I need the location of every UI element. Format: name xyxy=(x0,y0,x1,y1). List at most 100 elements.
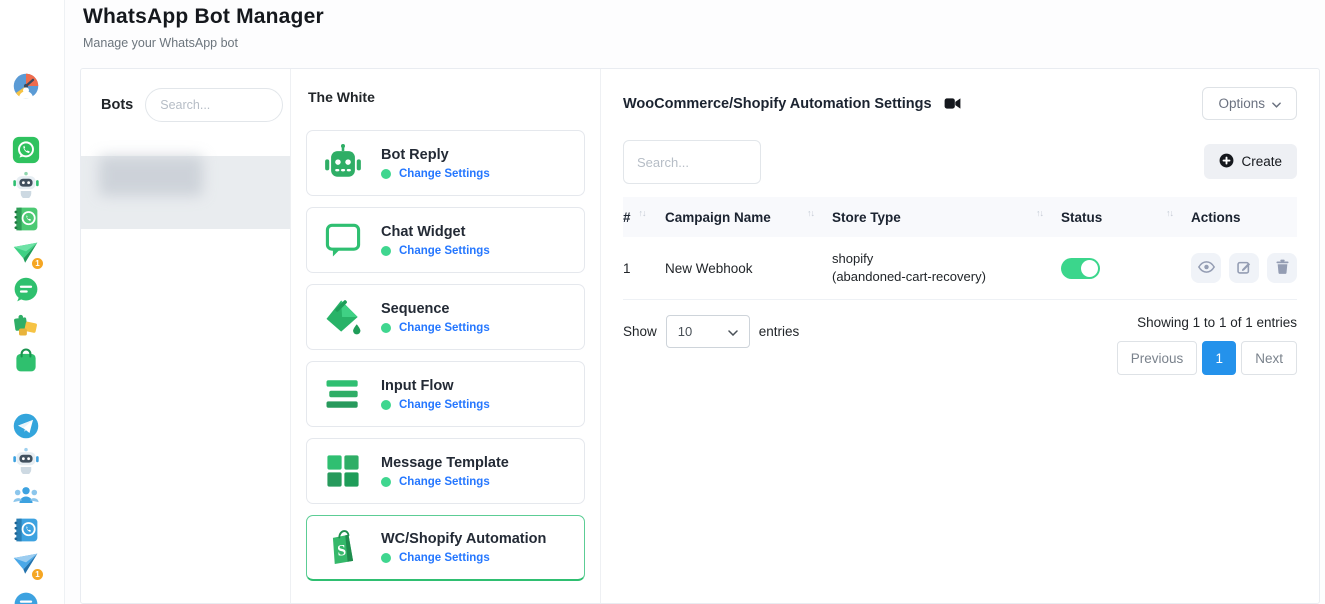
feature-card-bot-reply[interactable]: Bot Reply Change Settings xyxy=(306,130,585,196)
status-dot xyxy=(381,169,391,179)
feature-card-chat-widget[interactable]: Chat Widget Change Settings xyxy=(306,207,585,273)
column-header-store-type[interactable]: Store Type ↑↓ xyxy=(832,210,1061,225)
paint-bucket-icon xyxy=(321,295,365,339)
change-settings-link[interactable]: Change Settings xyxy=(399,245,490,257)
redacted-bot-name xyxy=(99,156,203,196)
status-dot xyxy=(381,323,391,333)
toggle-knob xyxy=(1081,260,1098,277)
automation-settings-panel: WooCommerce/Shopify Automation Settings … xyxy=(601,69,1319,603)
shopify-bag-icon: S xyxy=(321,526,365,570)
sort-icon: ↑↓ xyxy=(639,208,646,218)
app-root: 1 1 WhatsApp Bot Manag xyxy=(0,0,1325,604)
page-title: WhatsApp Bot Manager xyxy=(83,5,324,29)
panel-title: WooCommerce/Shopify Automation Settings xyxy=(623,96,932,112)
telegram-contacts-icon[interactable] xyxy=(12,516,40,544)
feature-title: Chat Widget xyxy=(381,224,490,240)
table-search-input[interactable] xyxy=(623,140,761,184)
change-settings-link[interactable]: Change Settings xyxy=(399,168,490,180)
left-icon-rail: 1 1 xyxy=(0,0,65,604)
sort-icon: ↑↓ xyxy=(1166,208,1173,218)
row-index: 1 xyxy=(623,261,665,276)
feature-card-message-template[interactable]: Message Template Change Settings xyxy=(306,438,585,504)
feature-title: Bot Reply xyxy=(381,147,490,163)
column-header-index[interactable]: # ↑↓ xyxy=(623,210,665,225)
store-type-cell: shopify (abandoned-cart-recovery) xyxy=(832,250,1061,286)
whatsapp-bot-icon[interactable] xyxy=(12,170,40,198)
feature-card-wc-shopify-automation[interactable]: S WC/Shopify Automation Change Settings xyxy=(306,515,585,581)
whatsapp-contacts-icon[interactable] xyxy=(12,205,40,233)
bots-search-input[interactable] xyxy=(145,88,283,122)
page-header: WhatsApp Bot Manager Manage your WhatsAp… xyxy=(83,5,324,50)
whatsapp-icon[interactable] xyxy=(12,136,40,164)
whatsapp-integrations-icon[interactable] xyxy=(12,311,40,339)
svg-text:S: S xyxy=(337,541,347,559)
column-header-campaign-name[interactable]: Campaign Name ↑↓ xyxy=(665,210,832,225)
telegram-groups-icon[interactable] xyxy=(12,482,40,510)
page-1-button[interactable]: 1 xyxy=(1202,341,1236,375)
feature-title: Sequence xyxy=(381,301,490,317)
bot-features-panel: The White Bot Reply Change Settings xyxy=(291,69,601,603)
bot-list-item-selected[interactable] xyxy=(81,156,290,229)
column-header-actions: Actions xyxy=(1191,210,1297,225)
robot-icon xyxy=(321,141,365,185)
entries-summary: Showing 1 to 1 of 1 entries xyxy=(1137,315,1297,330)
chevron-down-icon xyxy=(728,324,738,339)
trash-icon xyxy=(1276,259,1289,277)
status-dot xyxy=(381,246,391,256)
video-camera-icon[interactable] xyxy=(944,97,961,110)
pagination: Previous 1 Next xyxy=(1117,341,1297,375)
main-card: Bots The White Bot Reply Change Setti xyxy=(80,68,1320,604)
change-settings-link[interactable]: Change Settings xyxy=(399,399,490,411)
view-button[interactable] xyxy=(1191,253,1221,283)
campaign-name-cell: New Webhook xyxy=(665,261,832,276)
page-size-select[interactable]: 10 xyxy=(666,315,750,348)
whatsapp-shop-icon[interactable] xyxy=(12,346,40,374)
change-settings-link[interactable]: Change Settings xyxy=(399,476,490,488)
change-settings-link[interactable]: Change Settings xyxy=(399,322,490,334)
feature-card-input-flow[interactable]: Input Flow Change Settings xyxy=(306,361,585,427)
options-button[interactable]: Options xyxy=(1202,87,1297,120)
whatsapp-broadcast-icon[interactable]: 1 xyxy=(12,240,40,268)
dashboard-gauge-icon[interactable] xyxy=(12,72,40,100)
status-dot xyxy=(381,553,391,563)
telegram-broadcast-icon[interactable]: 1 xyxy=(12,551,40,579)
telegram-chat-icon[interactable] xyxy=(12,590,40,604)
status-toggle[interactable] xyxy=(1061,258,1100,279)
grid-icon xyxy=(321,449,365,493)
delete-button[interactable] xyxy=(1267,253,1297,283)
table-row: 1 New Webhook shopify (abandoned-cart-re… xyxy=(623,237,1297,300)
create-button[interactable]: Create xyxy=(1204,144,1297,179)
status-dot xyxy=(381,400,391,410)
next-page-button[interactable]: Next xyxy=(1241,341,1297,375)
sort-icon: ↑↓ xyxy=(807,208,814,218)
feature-title: Input Flow xyxy=(381,378,490,394)
automation-table: # ↑↓ Campaign Name ↑↓ Store Type ↑↓ Stat… xyxy=(623,197,1297,300)
chevron-down-icon xyxy=(1272,96,1281,111)
sort-icon: ↑↓ xyxy=(1036,208,1043,218)
notification-badge: 1 xyxy=(31,568,44,581)
whatsapp-chat-icon[interactable] xyxy=(12,276,40,304)
edit-button[interactable] xyxy=(1229,253,1259,283)
previous-page-button[interactable]: Previous xyxy=(1117,341,1198,375)
entries-label: entries xyxy=(759,324,800,339)
notification-badge: 1 xyxy=(31,257,44,270)
feature-title: WC/Shopify Automation xyxy=(381,531,546,547)
chat-bubble-icon xyxy=(321,218,365,262)
page-subtitle: Manage your WhatsApp bot xyxy=(83,36,324,50)
eye-icon xyxy=(1198,261,1215,276)
feature-title: Message Template xyxy=(381,455,509,471)
column-header-status[interactable]: Status ↑↓ xyxy=(1061,210,1191,225)
telegram-bot-icon[interactable] xyxy=(12,446,40,474)
feature-card-sequence[interactable]: Sequence Change Settings xyxy=(306,284,585,350)
change-settings-link[interactable]: Change Settings xyxy=(399,552,490,564)
bots-panel: Bots xyxy=(81,69,291,603)
bots-label: Bots xyxy=(101,97,133,113)
selected-bot-name: The White xyxy=(308,89,585,105)
bars-icon xyxy=(321,372,365,416)
plus-circle-icon xyxy=(1219,153,1234,171)
status-dot xyxy=(381,477,391,487)
show-label: Show xyxy=(623,324,657,339)
telegram-icon[interactable] xyxy=(12,412,40,440)
edit-icon xyxy=(1237,260,1251,277)
table-header-row: # ↑↓ Campaign Name ↑↓ Store Type ↑↓ Stat… xyxy=(623,197,1297,237)
